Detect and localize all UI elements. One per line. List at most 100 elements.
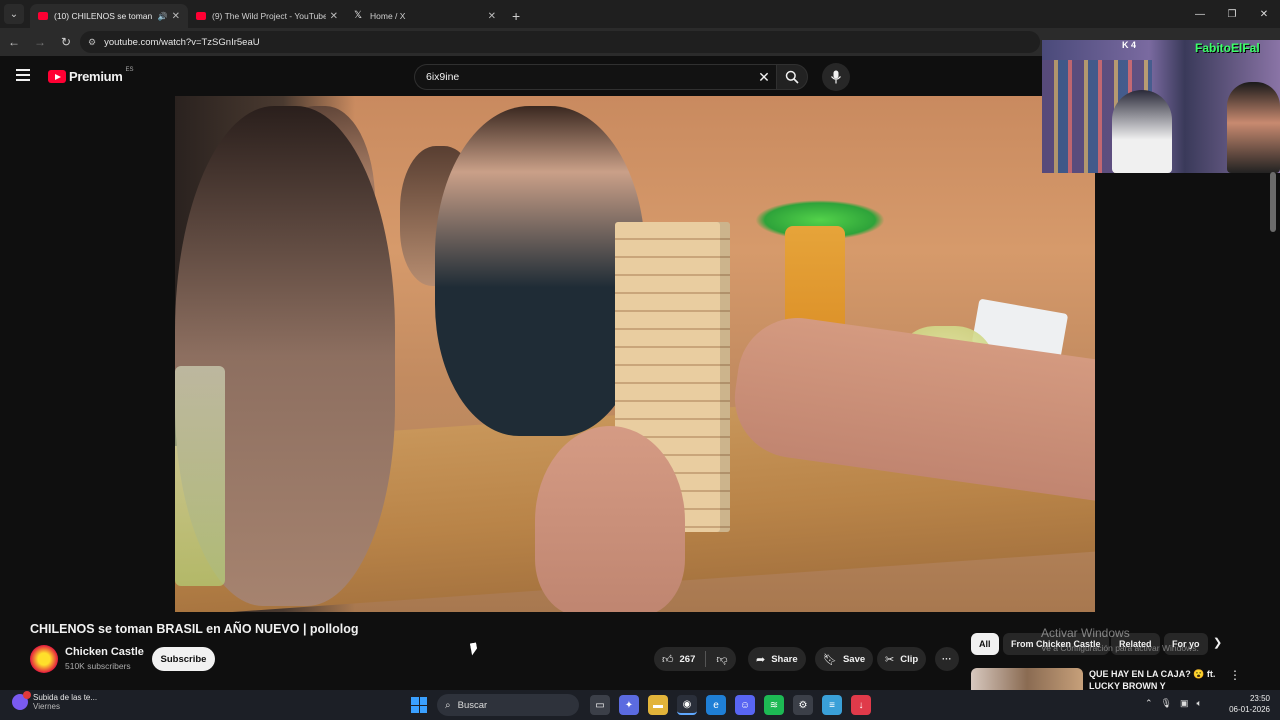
tab-close-icon[interactable]: ✕ [330,11,338,22]
tab-label: (9) The Wild Project - YouTube [212,11,326,21]
windows-start-icon[interactable] [411,697,427,713]
video-title: CHILENOS se toman BRASIL en AÑO NUEVO | … [30,622,359,636]
like-count[interactable]: 267 [680,654,696,665]
taskbar-search-label: Buscar [457,699,488,711]
site-info-icon[interactable]: ⚙ [88,37,96,48]
notepad-icon[interactable]: ≡ [822,695,842,715]
tab-search-button[interactable]: ⌄ [4,4,24,24]
windows-activation-watermark: Activar Windows [1041,626,1130,640]
clock-date: 06-01-2026 [1229,705,1270,714]
video-player[interactable] [175,96,1095,612]
woman-center [435,106,645,436]
tab-close-icon[interactable]: ✕ [172,11,180,22]
tab-wild-project[interactable]: (9) The Wild Project - YouTube ✕ [188,4,346,28]
system-tray: ⌃ 🎙︎ ▣ 🔈︎ [1145,698,1202,709]
file-explorer-icon[interactable]: ▬ [648,695,668,715]
share-label: Share [771,653,798,665]
region-code: ES [125,66,134,73]
tab-chilenos[interactable]: (10) CHILENOS se toman BRA 🔊 ✕ [30,4,188,28]
webcam-person [1112,90,1172,173]
logo-brand: Premium [69,69,123,84]
bookmark-icon: 🔖︎ [823,653,837,666]
youtube-favicon-icon [196,12,206,20]
like-dislike-group: 👍︎ 267 👎︎ [654,647,736,671]
channel-avatar[interactable] [30,645,58,673]
minimize-icon[interactable]: — [1184,0,1216,28]
search-icon [785,70,799,84]
weather-icon [12,691,31,710]
streamer-name: FabitoElFal [1195,41,1260,55]
like-icon[interactable]: 👍︎ [662,653,674,666]
voice-search-button[interactable] [822,63,850,91]
x-favicon-icon: 𝕏 [354,10,363,21]
taskbar-search[interactable]: ⌕ Buscar [437,694,579,716]
share-icon: ➦ [756,653,766,666]
streamer-webcam: K 4 FabitoElFal [1042,40,1280,173]
clip-button[interactable]: ✂ Clip [877,647,927,671]
chevron-right-icon[interactable]: ❯ [1213,636,1222,649]
address-bar[interactable]: ⚙ youtube.com/watch?v=TzSGnIr5eaU [80,31,1040,53]
browser-tab-strip: ⌄ (10) CHILENOS se toman BRA 🔊 ✕ (9) The… [0,0,1280,28]
microphone-icon [831,70,841,84]
tab-label: (10) CHILENOS se toman BRA [54,11,154,21]
download-manager-icon[interactable]: ↓ [851,695,871,715]
edge-icon[interactable]: e [706,695,726,715]
audio-playing-icon[interactable]: 🔊 [158,12,168,21]
restore-icon[interactable]: ❐ [1216,0,1248,28]
system-clock[interactable]: 23:50 06-01-2026 [1222,693,1270,715]
window-controls: — ❐ ✕ [1184,0,1280,28]
search-input[interactable]: 6ix9ine ✕ [414,64,776,90]
menu-icon[interactable] [16,69,30,81]
steam-icon[interactable]: ⚙ [793,695,813,715]
youtube-play-icon [48,70,66,83]
search-button[interactable] [776,64,808,90]
share-button[interactable]: ➦ Share [748,647,806,671]
drink-glass [175,366,225,586]
tray-overflow-icon[interactable]: ⌃ [1145,698,1153,709]
reload-icon[interactable]: ↻ [54,30,78,54]
search-query: 6ix9ine [426,71,460,83]
youtube-favicon-icon [38,12,48,20]
save-button[interactable]: 🔖︎ Save [815,647,874,671]
tab-x-home[interactable]: 𝕏 Home / X ✕ [346,4,504,28]
back-arrow-icon[interactable]: ← [2,30,26,54]
more-icon: ··· [942,653,952,665]
weather-widget[interactable]: Subida de las te... Viernes [12,691,98,711]
windows-taskbar: Subida de las te... Viernes ⌕ Buscar ▭ ✦… [0,690,1280,720]
webcam-person [1227,82,1280,173]
more-vert-icon[interactable]: ⋮ [1229,668,1241,682]
recommendation-title[interactable]: QUE HAY EN LA CAJA? 😮 ft. LUCKY BROWN Y [1089,668,1219,690]
clear-search-icon[interactable]: ✕ [752,69,776,86]
network-icon[interactable]: ▣ [1180,698,1189,709]
discord-icon[interactable]: ☺ [735,695,755,715]
close-window-icon[interactable]: ✕ [1248,0,1280,28]
tab-close-icon[interactable]: ✕ [488,11,496,22]
mouse-cursor-icon [470,642,478,656]
subscribe-button[interactable]: Subscribe [152,647,215,671]
copilot-icon[interactable]: ✦ [619,695,639,715]
clip-label: Clip [900,653,919,665]
scissors-icon: ✂ [885,653,895,666]
chrome-icon[interactable]: ◉ [677,695,697,715]
forward-arrow-icon[interactable]: → [28,30,52,54]
tray-mic-icon[interactable]: 🎙︎ [1161,698,1172,709]
more-actions-button[interactable]: ··· [935,647,959,671]
taskbar-apps: ▭ ✦ ▬ ◉ e ☺ ≋ ⚙ ≡ ↓ [590,695,871,715]
weather-headline: Subida de las te... [33,693,98,702]
hand-front [535,426,685,612]
url-text: youtube.com/watch?v=TzSGnIr5eaU [104,36,260,48]
spotify-icon[interactable]: ≋ [764,695,784,715]
subscriber-count: 510K subscribers [65,661,131,671]
new-tab-button[interactable]: + [512,8,520,24]
scrollbar[interactable] [1270,172,1276,232]
volume-icon[interactable]: 🔈︎ [1197,698,1202,709]
task-view-icon[interactable]: ▭ [590,695,610,715]
windows-activation-hint: Ve a Configuración para activar Windows. [1041,643,1199,653]
clock-time: 23:50 [1249,694,1270,703]
youtube-logo[interactable]: Premium ES [48,66,134,84]
dislike-icon[interactable]: 👎︎ [716,653,727,666]
tab-label: Home / X [370,11,406,21]
chip-all[interactable]: All [971,633,999,655]
recommendation-thumbnail[interactable] [971,668,1083,690]
channel-name[interactable]: Chicken Castle [65,646,144,658]
